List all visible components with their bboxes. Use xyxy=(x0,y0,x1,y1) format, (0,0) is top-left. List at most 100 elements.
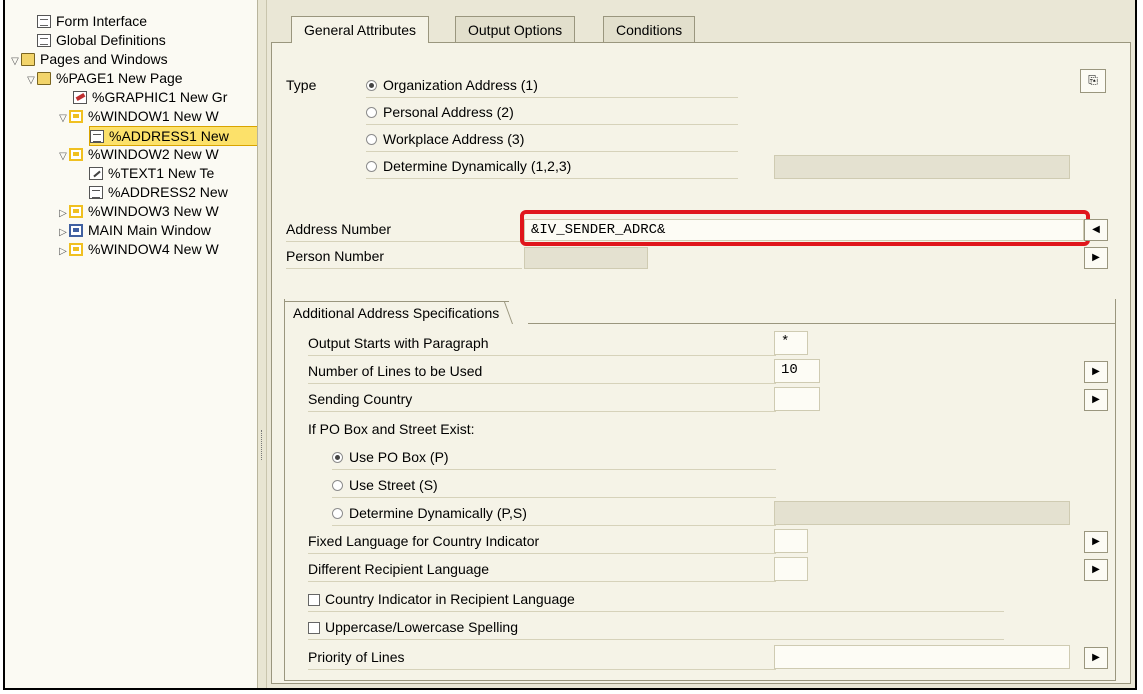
tab-label: General Attributes xyxy=(304,22,417,38)
divider xyxy=(308,611,1004,612)
divider xyxy=(308,639,1004,640)
tree-node-label: %PAGE1 New Page xyxy=(56,70,183,86)
window-icon xyxy=(69,205,83,218)
fixed-language-label: Fixed Language for Country Indicator xyxy=(308,533,540,549)
sending-country-expand-button[interactable]: ▶ xyxy=(1084,389,1108,411)
radio-use-po-box[interactable]: Use PO Box (P) xyxy=(332,449,449,465)
tree-node-address2[interactable]: %ADDRESS2 New xyxy=(89,183,228,201)
lines-used-expand-button[interactable]: ▶ xyxy=(1084,361,1108,383)
type-label: Type xyxy=(286,77,317,93)
window-icon xyxy=(69,243,83,256)
dynamic-ps-field[interactable] xyxy=(774,501,1070,525)
radio-personal-address[interactable]: Personal Address (2) xyxy=(366,104,514,120)
tree-node-label: Pages and Windows xyxy=(40,51,168,67)
tree-node-address1[interactable]: %ADDRESS1 New xyxy=(89,126,257,146)
divider xyxy=(366,124,738,125)
priority-lines-input[interactable] xyxy=(774,645,1070,669)
lines-used-input[interactable]: 10 xyxy=(774,359,820,383)
additional-specs-title: Additional Address Specifications xyxy=(284,301,510,324)
screen-frame: Form Interface Global Definitions ▽ Pages… xyxy=(3,0,1137,690)
splitter-grip[interactable] xyxy=(261,430,263,460)
divider xyxy=(308,669,776,670)
tree-node-label: %WINDOW1 New W xyxy=(88,108,219,124)
tab-conditions[interactable]: Conditions xyxy=(603,16,696,42)
radio-label: Personal Address (2) xyxy=(383,104,514,120)
group-top-border xyxy=(528,323,1116,324)
expand-triangle-icon[interactable]: ▷ xyxy=(57,243,69,261)
radio-determine-dynamically-ps[interactable]: Determine Dynamically (P,S) xyxy=(332,505,527,521)
person-number-label: Person Number xyxy=(286,248,385,264)
document-icon xyxy=(37,15,51,28)
radio-determine-dynamically[interactable]: Determine Dynamically (1,2,3) xyxy=(366,158,571,174)
person-number-expand-button[interactable]: ▶ xyxy=(1084,247,1108,269)
divider xyxy=(286,268,522,269)
tab-general-attributes[interactable]: General Attributes xyxy=(291,16,430,43)
main-window-icon xyxy=(69,224,83,237)
radio-icon xyxy=(366,161,377,172)
change-address-button[interactable]: ⎘ xyxy=(1080,69,1106,93)
radio-selected-icon xyxy=(366,80,377,91)
po-box-street-label: If PO Box and Street Exist: xyxy=(308,421,475,437)
tree-node-text1[interactable]: %TEXT1 New Te xyxy=(89,164,214,182)
checkbox-label: Uppercase/Lowercase Spelling xyxy=(325,619,518,635)
sending-country-input[interactable] xyxy=(774,387,820,411)
tree-node-form-interface[interactable]: Form Interface xyxy=(37,12,147,30)
radio-workplace-address[interactable]: Workplace Address (3) xyxy=(366,131,524,147)
graphic-icon xyxy=(73,91,87,104)
tree-node-label: %WINDOW2 New W xyxy=(88,146,219,162)
radio-icon xyxy=(332,508,343,519)
tree-node-graphic1[interactable]: %GRAPHIC1 New Gr xyxy=(73,88,227,106)
folder-icon xyxy=(21,53,35,66)
tree-node-pages-and-windows[interactable]: ▽ Pages and Windows xyxy=(9,50,168,68)
divider xyxy=(308,355,776,356)
tree-node-label: %GRAPHIC1 New Gr xyxy=(92,89,228,105)
expand-triangle-icon[interactable]: ▽ xyxy=(9,53,21,71)
person-number-input[interactable] xyxy=(524,247,648,269)
tree-node-main-window[interactable]: ▷ MAIN Main Window xyxy=(57,221,211,239)
tree-node-window2[interactable]: ▽ %WINDOW2 New W xyxy=(57,145,219,163)
recipient-language-input[interactable] xyxy=(774,557,808,581)
window-icon xyxy=(69,110,83,123)
dynamic-type-field[interactable] xyxy=(774,155,1070,179)
country-indicator-checkbox[interactable]: Country Indicator in Recipient Language xyxy=(308,591,575,607)
fixed-language-expand-button[interactable]: ▶ xyxy=(1084,531,1108,553)
uppercase-checkbox[interactable]: Uppercase/Lowercase Spelling xyxy=(308,619,518,635)
divider xyxy=(366,151,738,152)
divider xyxy=(332,469,776,470)
expand-triangle-icon[interactable]: ▽ xyxy=(57,110,69,128)
attributes-panel: General Attributes Output Options Condit… xyxy=(267,0,1135,688)
divider xyxy=(332,525,776,526)
radio-organization-address[interactable]: Organization Address (1) xyxy=(366,77,538,93)
priority-lines-label: Priority of Lines xyxy=(308,649,405,665)
tab-label: Output Options xyxy=(468,22,563,38)
tree-node-label: %WINDOW4 New W xyxy=(88,241,219,257)
expand-triangle-icon[interactable]: ▽ xyxy=(25,72,37,90)
address-number-collapse-button[interactable]: ◀ xyxy=(1084,219,1108,241)
divider xyxy=(308,383,776,384)
radio-use-street[interactable]: Use Street (S) xyxy=(332,477,438,493)
tree-node-page1[interactable]: ▽ %PAGE1 New Page xyxy=(25,69,183,90)
expand-triangle-icon[interactable]: ▽ xyxy=(57,148,69,166)
recipient-language-expand-button[interactable]: ▶ xyxy=(1084,559,1108,581)
radio-icon xyxy=(332,480,343,491)
tab-label: Conditions xyxy=(616,22,683,38)
address-number-label: Address Number xyxy=(286,221,392,237)
divider xyxy=(308,553,776,554)
address-icon xyxy=(89,186,103,199)
recipient-language-label: Different Recipient Language xyxy=(308,561,490,577)
tab-output-options[interactable]: Output Options xyxy=(455,16,576,42)
fixed-language-input[interactable] xyxy=(774,529,808,553)
divider xyxy=(308,411,776,412)
document-icon xyxy=(37,34,51,47)
priority-lines-expand-button[interactable]: ▶ xyxy=(1084,647,1108,669)
panel-splitter[interactable] xyxy=(258,0,267,688)
tree-node-global-definitions[interactable]: Global Definitions xyxy=(37,31,166,49)
tree-node-label: %TEXT1 New Te xyxy=(108,165,215,181)
tree-node-window4[interactable]: ▷ %WINDOW4 New W xyxy=(57,240,219,258)
sending-country-label: Sending Country xyxy=(308,391,413,407)
output-starts-input[interactable]: * xyxy=(774,331,808,355)
lines-used-label: Number of Lines to be Used xyxy=(308,363,483,379)
divider xyxy=(308,581,776,582)
tree-node-window1[interactable]: ▽ %WINDOW1 New W xyxy=(57,107,219,125)
tree-node-window3[interactable]: ▷ %WINDOW3 New W xyxy=(57,202,219,220)
